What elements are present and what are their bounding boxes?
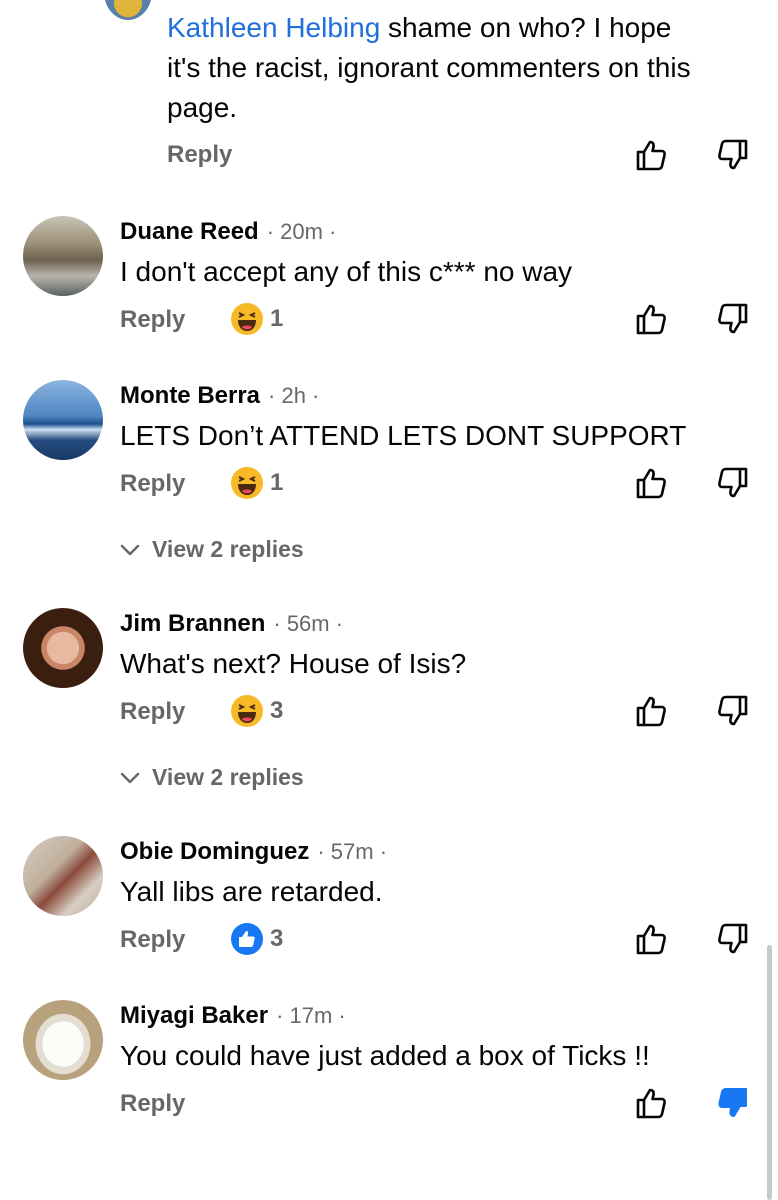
comment-header: Obie Dominguez · 57m · xyxy=(120,838,387,866)
avatar[interactable] xyxy=(23,608,103,688)
downvote-icon[interactable] xyxy=(716,466,750,500)
haha-emoji-icon xyxy=(231,695,263,727)
author-name[interactable]: Miyagi Baker xyxy=(120,1002,268,1029)
top-reply-text: shame on who? I hope xyxy=(380,12,672,43)
reaction-count: 1 xyxy=(270,469,284,496)
comment-text: LETS Don’t ATTEND LETS DONT SUPPORT xyxy=(120,420,687,451)
comment-text: You could have just added a box of Ticks… xyxy=(120,1040,650,1071)
comment-text: I don't accept any of this c*** no way xyxy=(120,256,573,287)
view-replies-button[interactable]: View 2 replies xyxy=(120,764,304,791)
downvote-icon[interactable] xyxy=(716,302,750,336)
reply-button[interactable]: Reply xyxy=(120,698,185,726)
haha-emoji-icon xyxy=(231,303,263,335)
timestamp: · 2h · xyxy=(268,383,320,408)
timestamp: · 57m · xyxy=(317,839,388,864)
downvote-icon[interactable] xyxy=(716,138,750,172)
reaction-count: 3 xyxy=(270,925,284,952)
upvote-icon[interactable] xyxy=(634,138,668,172)
reaction-summary[interactable]: 3 xyxy=(230,694,283,728)
downvote-icon[interactable] xyxy=(716,694,750,728)
chevron-down-icon xyxy=(120,544,140,555)
upvote-icon[interactable] xyxy=(634,922,668,956)
upvote-icon[interactable] xyxy=(634,694,668,728)
top-reply-text-line1: Kathleen Helbing shame on who? I hope xyxy=(167,8,671,48)
author-name[interactable]: Obie Dominguez xyxy=(120,838,309,865)
chevron-down-icon xyxy=(120,772,140,783)
downvote-active-icon[interactable] xyxy=(716,1086,750,1120)
avatar[interactable] xyxy=(23,380,103,460)
view-replies-button[interactable]: View 2 replies xyxy=(120,536,304,563)
scrollbar[interactable] xyxy=(767,945,772,1200)
author-name[interactable]: Monte Berra xyxy=(120,382,260,409)
reply-button[interactable]: Reply xyxy=(167,141,232,169)
haha-emoji-icon xyxy=(231,467,263,499)
avatar[interactable] xyxy=(23,1000,103,1080)
downvote-icon[interactable] xyxy=(716,922,750,956)
top-reply-text-line3: page. xyxy=(167,92,238,123)
view-replies-label: View 2 replies xyxy=(152,764,304,790)
reply-button[interactable]: Reply xyxy=(120,470,185,498)
avatar[interactable] xyxy=(23,216,103,296)
reply-button[interactable]: Reply xyxy=(120,306,185,334)
like-icon xyxy=(231,923,263,955)
reaction-summary[interactable]: 1 xyxy=(230,466,283,500)
upvote-icon[interactable] xyxy=(634,1086,668,1120)
avatar[interactable] xyxy=(23,836,103,916)
reaction-count: 3 xyxy=(270,697,284,724)
timestamp: · 17m · xyxy=(276,1003,346,1028)
comment-header: Duane Reed · 20m · xyxy=(120,218,336,246)
reaction-summary[interactable]: 1 xyxy=(230,302,283,336)
upvote-icon[interactable] xyxy=(634,302,668,336)
timestamp: · 20m · xyxy=(266,219,337,244)
comment-header: Jim Brannen · 56m · xyxy=(120,610,343,638)
reaction-summary[interactable]: 3 xyxy=(230,922,283,956)
reaction-count: 1 xyxy=(270,305,284,332)
comment-header: Monte Berra · 2h · xyxy=(120,382,319,410)
comment-text: What's next? House of Isis? xyxy=(120,648,467,679)
upvote-icon[interactable] xyxy=(634,466,668,500)
avatar-kathleen-reply-author[interactable] xyxy=(104,0,152,20)
reply-button[interactable]: Reply xyxy=(120,926,185,954)
view-replies-label: View 2 replies xyxy=(152,536,304,562)
comment-header: Miyagi Baker · 17m · xyxy=(120,1002,346,1030)
author-name[interactable]: Jim Brannen xyxy=(120,610,265,637)
mention-link[interactable]: Kathleen Helbing xyxy=(167,12,380,43)
reply-button[interactable]: Reply xyxy=(120,1090,185,1118)
timestamp: · 56m · xyxy=(273,611,344,636)
comment-text: Yall libs are retarded. xyxy=(120,876,383,907)
author-name[interactable]: Duane Reed xyxy=(120,218,259,245)
top-reply-text-line2: it's the racist, ignorant commenters on … xyxy=(167,52,691,83)
